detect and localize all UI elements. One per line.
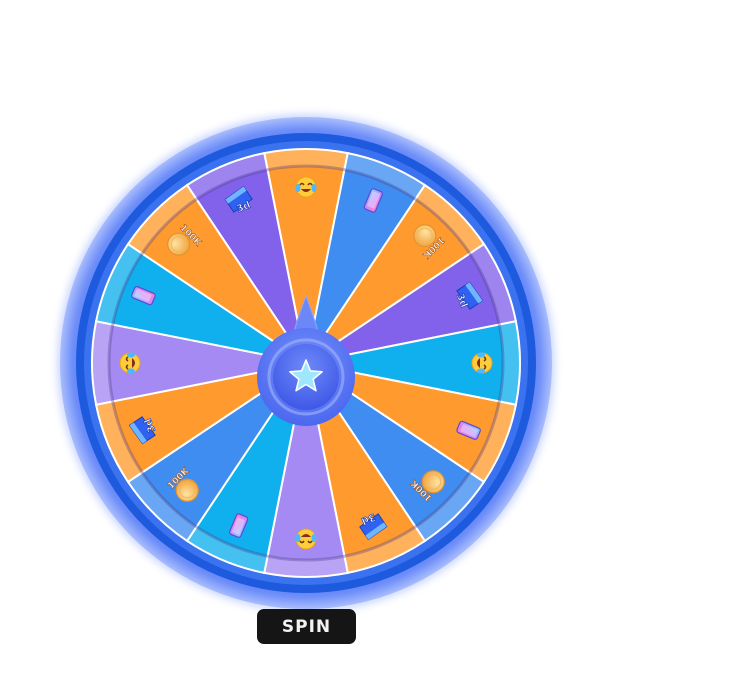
spin-button[interactable]: SPIN: [257, 609, 356, 644]
wheel-game: 100K 3d 100K 3d 100K 3d 100K 3d SPIN: [0, 0, 743, 700]
emoji-icon: [295, 528, 317, 550]
emoji-icon: [119, 352, 141, 374]
emoji-icon: [295, 176, 317, 198]
prize-wheel[interactable]: 100K3d100K3d100K3d100K3d: [0, 0, 743, 700]
emoji-icon: [471, 352, 493, 374]
